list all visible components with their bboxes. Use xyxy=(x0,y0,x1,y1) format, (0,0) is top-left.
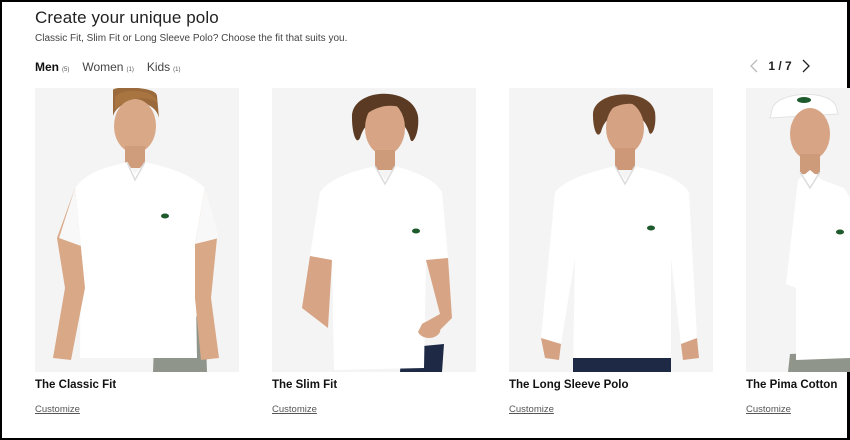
product-image[interactable] xyxy=(746,88,850,372)
page-title: Create your unique polo xyxy=(35,8,219,27)
product-name: The Classic Fit xyxy=(35,379,117,391)
chevron-right-icon[interactable] xyxy=(800,58,812,74)
tab-label: Kids xyxy=(146,60,171,74)
tab-count: (1) xyxy=(126,67,134,73)
customize-link[interactable]: Customize xyxy=(272,404,317,415)
product-card-slim-fit[interactable]: The Slim Fit Customize xyxy=(272,88,476,417)
pager-indicator: 1 / 7 xyxy=(768,59,792,73)
product-image[interactable] xyxy=(272,88,476,372)
customize-link[interactable]: Customize xyxy=(746,404,791,415)
tab-men[interactable]: Men (5) xyxy=(35,60,69,74)
tab-label: Men xyxy=(35,60,59,74)
product-card-long-sleeve-polo[interactable]: The Long Sleeve Polo Customize xyxy=(509,88,713,417)
product-card-classic-fit[interactable]: The Classic Fit Customize xyxy=(35,88,239,417)
product-image[interactable] xyxy=(509,88,713,372)
chevron-left-icon[interactable] xyxy=(748,58,760,74)
product-image[interactable] xyxy=(35,88,239,372)
customize-link[interactable]: Customize xyxy=(509,404,554,415)
tab-count: (5) xyxy=(62,67,70,73)
page-subtitle: Classic Fit, Slim Fit or Long Sleeve Pol… xyxy=(35,33,348,44)
carousel-pager: 1 / 7 xyxy=(748,57,812,75)
customize-link[interactable]: Customize xyxy=(35,404,80,415)
product-name: The Long Sleeve Polo xyxy=(509,379,629,391)
tab-women[interactable]: Women (1) xyxy=(82,60,133,74)
tab-label: Women xyxy=(82,60,124,74)
product-card-pima-cotton[interactable]: The Pima Cotton Customize xyxy=(746,88,850,417)
tab-kids[interactable]: Kids (1) xyxy=(147,60,181,74)
tab-count: (1) xyxy=(173,67,181,73)
product-name: The Slim Fit xyxy=(272,379,338,391)
product-name: The Pima Cotton xyxy=(746,379,838,391)
gender-tabs: Men (5) Women (1) Kids (1) xyxy=(35,60,194,74)
